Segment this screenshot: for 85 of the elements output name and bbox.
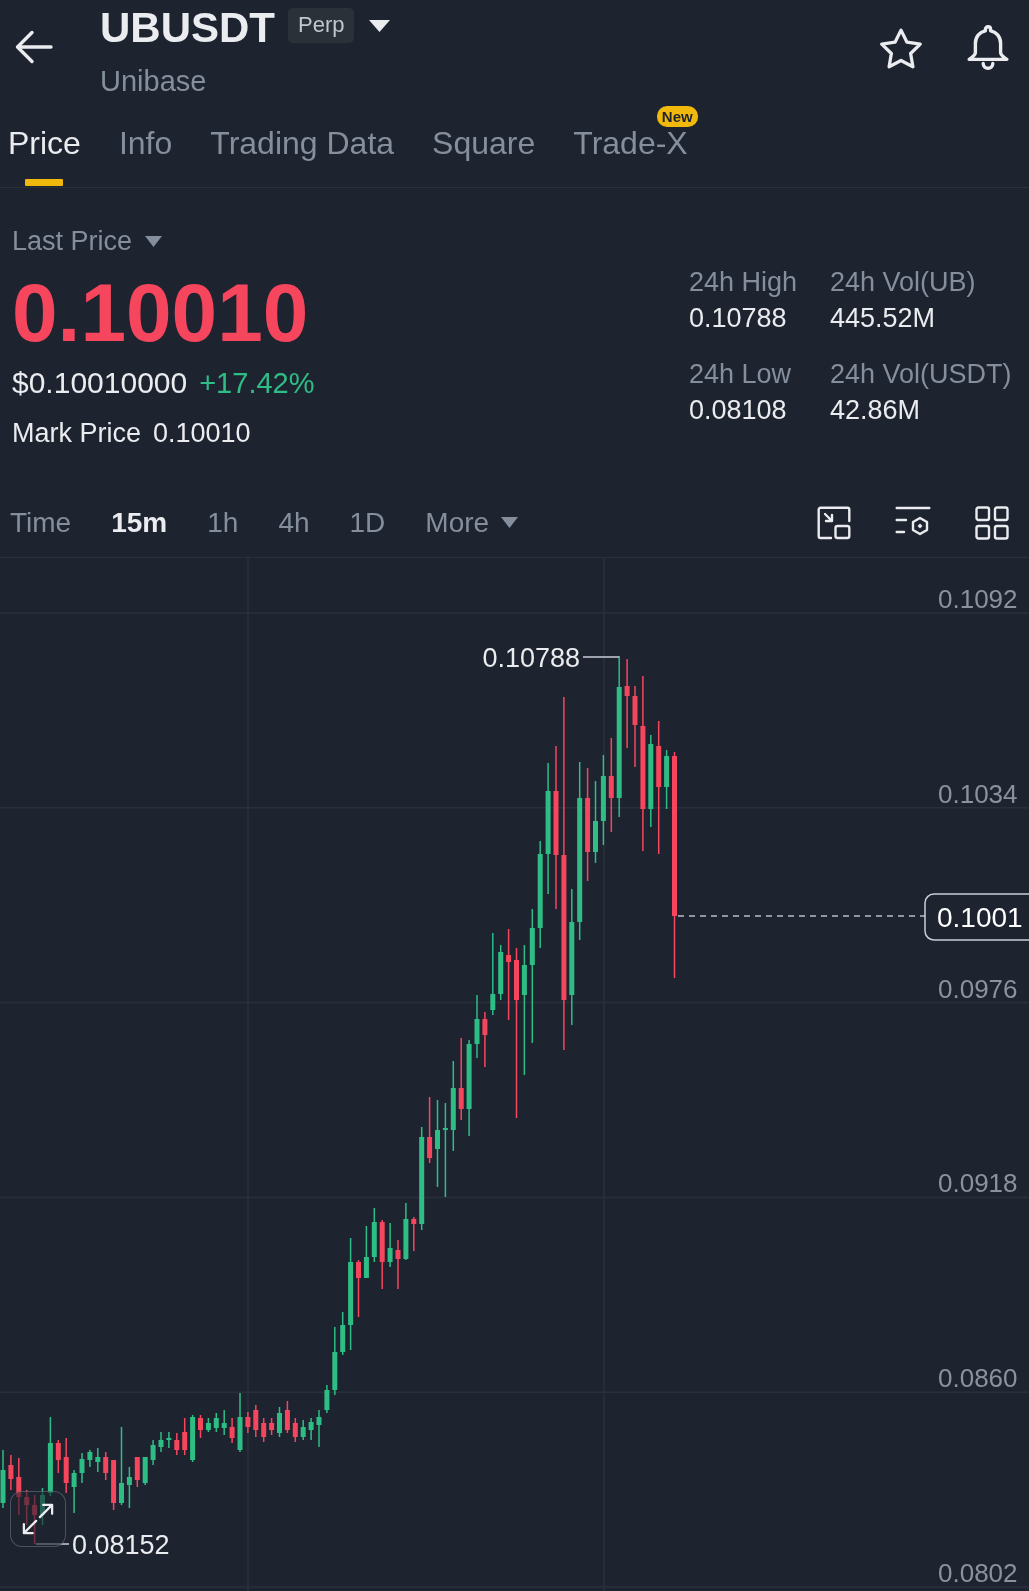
candle bbox=[190, 1415, 196, 1462]
tab[interactable]: Square bbox=[432, 112, 536, 159]
candle bbox=[111, 1460, 117, 1510]
candle bbox=[103, 1452, 109, 1480]
candle bbox=[182, 1418, 188, 1455]
price-axis-label: 0.0802 bbox=[938, 1558, 1018, 1588]
candle bbox=[340, 1312, 346, 1355]
stat-value: 42.86M bbox=[830, 397, 922, 424]
more-dropdown[interactable]: More bbox=[425, 508, 519, 537]
candle bbox=[664, 750, 670, 809]
grid-icon[interactable] bbox=[975, 505, 1009, 540]
mark-price-label: Mark Price bbox=[12, 420, 141, 447]
mark-price: 0.10010 bbox=[153, 420, 251, 447]
candle bbox=[237, 1393, 243, 1452]
caret-icon[interactable] bbox=[369, 20, 391, 32]
candle bbox=[292, 1418, 298, 1442]
candle bbox=[261, 1418, 267, 1442]
candle bbox=[71, 1470, 77, 1513]
low-price-label: 0.08152 bbox=[72, 1530, 170, 1560]
contract-badge: Perp bbox=[288, 8, 355, 43]
candle bbox=[87, 1450, 93, 1467]
price-axis-label: 0.0918 bbox=[938, 1168, 1018, 1199]
tab[interactable]: Trading Data bbox=[210, 112, 395, 159]
candle bbox=[213, 1413, 219, 1432]
price-axis-label: 0.1034 bbox=[938, 778, 1018, 809]
expand-button[interactable] bbox=[10, 1491, 66, 1547]
stat-value: 0.08108 bbox=[689, 397, 788, 424]
stat-label: 24h Vol(USDT) bbox=[830, 361, 1013, 388]
caret-icon bbox=[145, 236, 163, 247]
stat-label: 24h High bbox=[689, 269, 799, 296]
stat-label: 24h Low bbox=[689, 361, 793, 388]
stat-value: 445.52M bbox=[830, 305, 937, 332]
window-arrow-icon[interactable] bbox=[817, 505, 851, 540]
candle bbox=[55, 1440, 61, 1473]
high-price-label: 0.10788 bbox=[482, 643, 580, 673]
price-type-dropdown[interactable]: Last Price bbox=[12, 228, 163, 255]
leader-line bbox=[35, 1543, 70, 1545]
interval-tab[interactable]: Time bbox=[10, 508, 72, 537]
candle bbox=[363, 1226, 369, 1278]
new-badge: New bbox=[656, 106, 698, 127]
interval-tab[interactable]: 15m bbox=[111, 508, 168, 537]
candle bbox=[142, 1457, 148, 1485]
candle bbox=[324, 1385, 330, 1413]
price-axis-label: 0.0860 bbox=[938, 1363, 1018, 1394]
interval-tab[interactable]: 4h bbox=[278, 508, 310, 537]
usd-price: $0.10010000 bbox=[12, 368, 188, 398]
interval-tab[interactable]: 1h bbox=[207, 508, 239, 537]
candle bbox=[356, 1260, 361, 1317]
current-price-tag: 0.1001 bbox=[924, 893, 1029, 941]
candle bbox=[24, 1490, 30, 1525]
stat-label: 24h Vol(UB) bbox=[830, 269, 977, 296]
back-icon[interactable] bbox=[15, 30, 53, 64]
tab[interactable]: Price bbox=[8, 112, 81, 186]
expand-icon bbox=[22, 1503, 54, 1535]
candle bbox=[427, 1097, 433, 1163]
interval-tab[interactable]: 1D bbox=[349, 508, 386, 537]
candle bbox=[498, 945, 504, 1000]
coin-name: Unibase bbox=[100, 67, 208, 96]
candle bbox=[411, 1217, 417, 1251]
candle bbox=[332, 1327, 338, 1395]
price-axis-label: 0.0976 bbox=[938, 973, 1018, 1004]
last-price: 0.10010 bbox=[12, 272, 310, 354]
candle bbox=[371, 1208, 377, 1262]
bell-icon[interactable] bbox=[967, 25, 1009, 70]
candle bbox=[379, 1220, 385, 1289]
tab[interactable]: Info bbox=[118, 112, 173, 159]
price-axis-label: 0.1092 bbox=[938, 584, 1018, 614]
candle bbox=[284, 1401, 290, 1433]
star-icon[interactable] bbox=[880, 28, 922, 69]
symbol-title: UBUSDT bbox=[100, 7, 275, 49]
leader-line bbox=[582, 656, 620, 658]
candle bbox=[277, 1407, 282, 1437]
candle bbox=[403, 1203, 409, 1260]
candle bbox=[126, 1467, 132, 1508]
candle bbox=[32, 1495, 38, 1544]
price-change: +17.42% bbox=[199, 369, 315, 398]
candle bbox=[269, 1418, 275, 1435]
candle bbox=[63, 1438, 69, 1493]
candle bbox=[205, 1418, 211, 1432]
candle bbox=[134, 1457, 140, 1487]
stat-value: 0.10788 bbox=[689, 305, 788, 332]
candle bbox=[198, 1415, 203, 1438]
caret-icon bbox=[501, 517, 519, 528]
candle bbox=[40, 1488, 45, 1525]
candle bbox=[300, 1420, 306, 1440]
